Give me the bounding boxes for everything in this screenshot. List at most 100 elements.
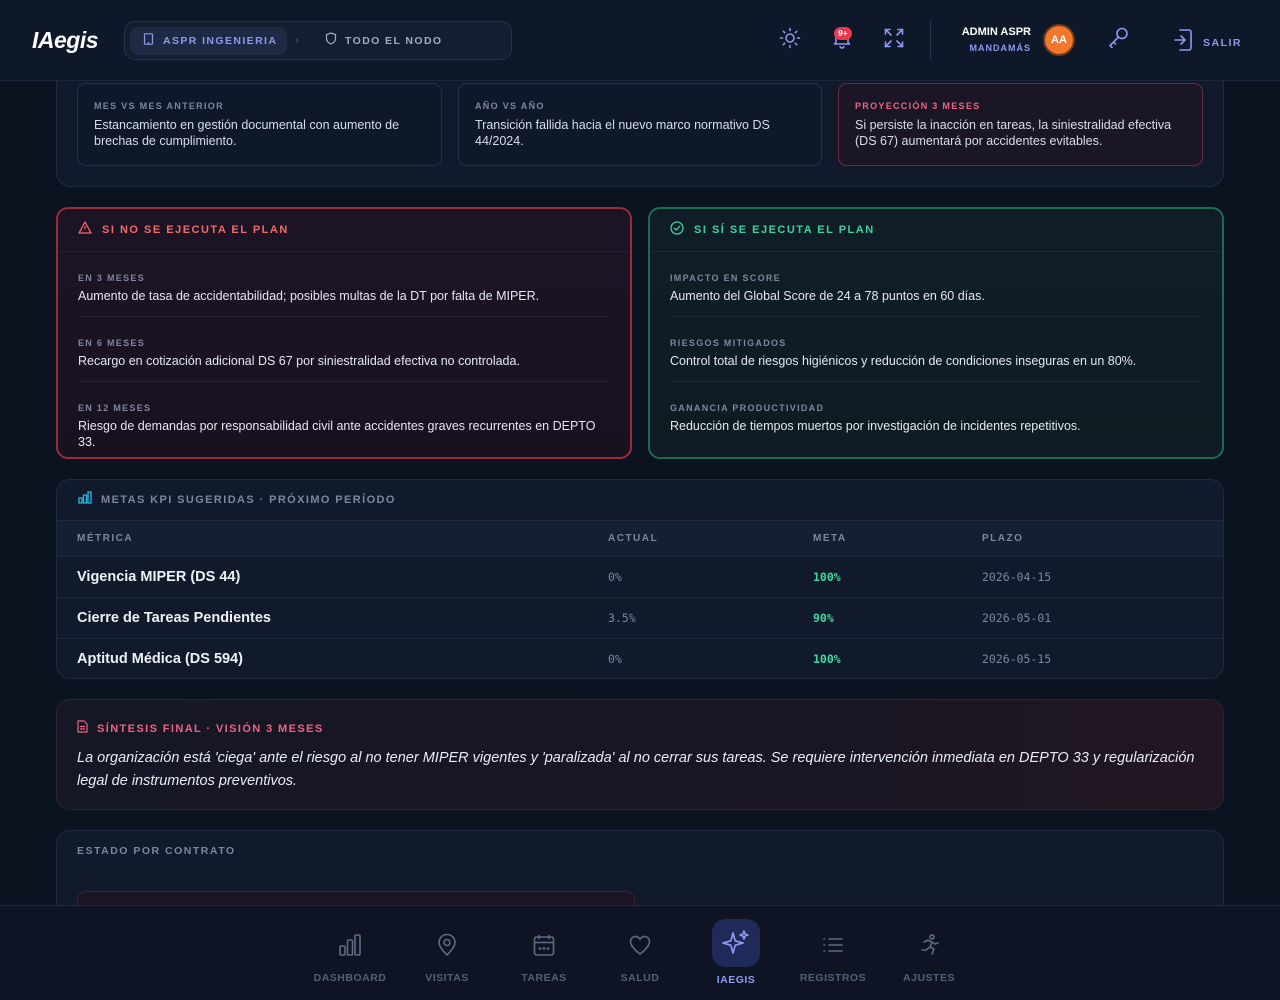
kpi-table: MÉTRICA ACTUAL META PLAZO Vigencia MIPER… [57,521,1223,678]
list-icon [820,932,846,958]
scope-node-label: TODO EL NODO [345,35,443,47]
trend-text: Transición fallida hacia el nuevo marco … [475,118,770,148]
top-bar: IAegis ASPR INGENIERIA › TODO EL NODO 9+ [0,0,1280,81]
calendar-icon [531,932,557,958]
trend-label: PROYECCIÓN 3 MESES [855,101,981,111]
plan-item-label: IMPACTO EN SCORE [670,273,781,283]
plan-item-text: Aumento de tasa de accidentabilidad; pos… [78,289,540,303]
logout-label: SALIR [1203,36,1242,49]
plan-header: SI SÍ SE EJECUTA EL PLAN [650,209,1222,252]
plan-title: SI SÍ SE EJECUTA EL PLAN [694,224,875,236]
trend-label: MES VS MES ANTERIOR [94,101,224,111]
plan-item-label: EN 12 MESES [78,403,152,413]
plan-item: RIESGOS MITIGADOS Control total de riesg… [670,317,1202,382]
bar-chart-icon [337,932,363,958]
warning-icon [78,221,92,239]
trend-projection: PROYECCIÓN 3 MESES Si persiste la inacci… [838,83,1203,166]
nav-item-registros[interactable]: REGISTROS [785,906,881,1000]
synthesis-title: SÍNTESIS FINAL · VISIÓN 3 MESES [97,723,324,735]
plan-item-label: EN 6 MESES [78,338,146,348]
current-cell: 0% [588,555,793,597]
kpi-title: METAS KPI SUGERIDAS · PRÓXIMO PERÍODO [101,494,396,506]
notifications-badge: 9+ [834,27,852,40]
deadline-cell: 2026-05-01 [962,596,1223,638]
goal-cell: 100% [793,637,962,678]
scope-company-button[interactable]: ASPR INGENIERIA [130,27,287,55]
scope-selector: ASPR INGENIERIA › TODO EL NODO [124,21,512,60]
metric-cell: Cierre de Tareas Pendientes [57,596,588,638]
plan-item: EN 3 MESES Aumento de tasa de accidentab… [78,252,610,317]
metric-cell: Aptitud Médica (DS 594) [57,637,588,678]
nav-item-dashboard[interactable]: DASHBOARD [302,906,398,1000]
runner-icon [916,932,942,958]
column-header: ACTUAL [608,532,659,544]
table-row[interactable]: Aptitud Médica (DS 594) 0% 100% 2026-05-… [57,637,1223,678]
plan-item: GANANCIA PRODUCTIVIDAD Reducción de tiem… [670,382,1202,446]
nav-item-tareas[interactable]: TAREAS [496,906,592,1000]
nav-item-iaegis[interactable]: IAEGIS [688,906,784,1000]
plan-items: EN 3 MESES Aumento de tasa de accidentab… [58,252,630,457]
avatar[interactable]: AA [1043,24,1075,56]
plan-item-text: Aumento del Global Score de 24 a 78 punt… [670,289,985,303]
sparkles-icon [712,919,760,967]
plan-item: IMPACTO EN SCORE Aumento del Global Scor… [670,252,1202,317]
chevron-right-icon: › [295,33,299,47]
plan-item-label: EN 3 MESES [78,273,146,283]
logout-button[interactable]: SALIR [1172,28,1242,57]
nav-label: VISITAS [425,972,469,984]
table-header-row: MÉTRICA ACTUAL META PLAZO [57,521,1223,556]
document-icon [77,720,88,738]
shield-icon [325,32,337,50]
nav-label: IAEGIS [716,974,756,986]
synthesis-text: La organización está 'ciega' ante el rie… [77,750,1195,789]
nav-label: AJUSTES [903,972,955,984]
plan-not-executed-card: SI NO SE EJECUTA EL PLAN EN 3 MESES Aume… [56,207,632,459]
synthesis-header: SÍNTESIS FINAL · VISIÓN 3 MESES [77,720,1203,738]
plan-header: SI NO SE EJECUTA EL PLAN [58,209,630,252]
bottom-nav: DASHBOARD VISITAS TAREAS SALUD IAEGIS RE… [0,905,1280,1000]
building-icon [143,32,154,50]
plan-item-text: Control total de riesgos higiénicos y re… [670,354,1137,368]
goal-cell: 100% [793,555,962,597]
trend-text: Si persiste la inacción en tareas, la si… [855,118,1172,148]
table-row[interactable]: Cierre de Tareas Pendientes 3.5% 90% 202… [57,596,1223,638]
column-header: META [813,532,847,544]
current-cell: 3.5% [588,596,793,638]
key-icon [1107,25,1131,54]
nav-item-ajustes[interactable]: AJUSTES [881,906,977,1000]
plan-executed-card: SI SÍ SE EJECUTA EL PLAN IMPACTO EN SCOR… [648,207,1224,459]
plan-item-label: GANANCIA PRODUCTIVIDAD [670,403,825,413]
plan-item-label: RIESGOS MITIGADOS [670,338,787,348]
theme-toggle-button[interactable] [778,27,802,54]
expand-icon [883,27,905,54]
nav-item-visitas[interactable]: VISITAS [399,906,495,1000]
nav-item-salud[interactable]: SALUD [592,906,688,1000]
table-row[interactable]: Vigencia MIPER (DS 44) 0% 100% 2026-04-1… [57,555,1223,597]
kpi-goals-card: METAS KPI SUGERIDAS · PRÓXIMO PERÍODO MÉ… [56,479,1224,679]
user-name: ADMIN ASPR [961,26,1031,38]
app-logo[interactable]: IAegis [32,27,99,54]
plan-item: EN 12 MESES Riesgo de demandas por respo… [78,382,610,457]
deadline-cell: 2026-04-15 [962,555,1223,597]
map-pin-icon [434,932,460,958]
trend-year: AÑO VS AÑO Transición fallida hacia el n… [458,83,822,166]
trend-month: MES VS MES ANTERIOR Estancamiento en ges… [77,83,442,166]
trend-text: Estancamiento en gestión documental con … [94,118,400,148]
deadline-cell: 2026-05-15 [962,637,1223,678]
sun-icon [779,27,801,54]
contract-title: ESTADO POR CONTRATO [77,845,236,857]
logout-icon [1172,28,1194,57]
key-button[interactable] [1107,27,1131,51]
metric-cell: Vigencia MIPER (DS 44) [57,555,588,597]
scope-company-label: ASPR INGENIERIA [163,35,278,47]
column-header: MÉTRICA [77,532,134,544]
kpi-header: METAS KPI SUGERIDAS · PRÓXIMO PERÍODO [57,480,1223,521]
scope-node-button[interactable]: TODO EL NODO [325,27,443,55]
fullscreen-button[interactable] [882,28,906,52]
heart-icon [627,932,653,958]
trend-label: AÑO VS AÑO [475,101,545,111]
nav-label: TAREAS [521,972,567,984]
plan-item-text: Riesgo de demandas por responsabilidad c… [78,419,596,449]
bar-chart-icon [78,491,92,509]
plan-item-text: Recargo en cotización adicional DS 67 po… [78,354,520,368]
